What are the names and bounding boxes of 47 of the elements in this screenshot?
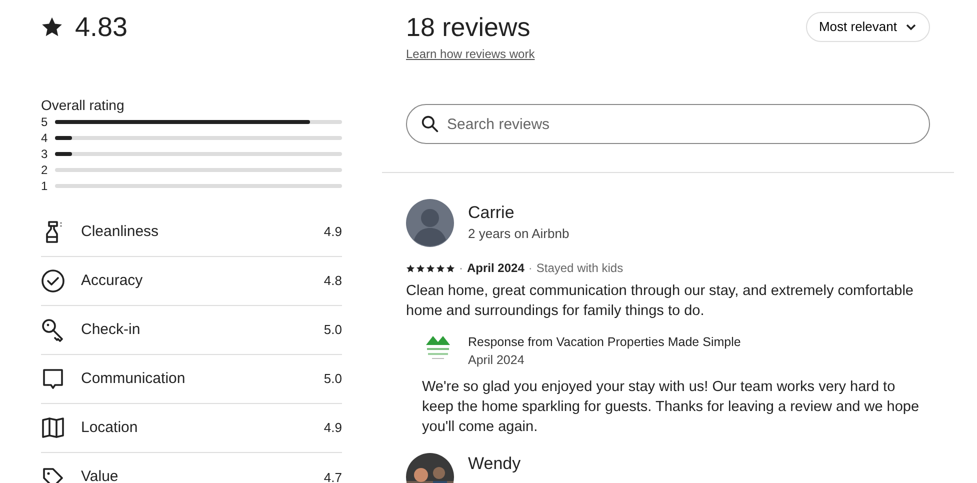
trip-type: Stayed with kids bbox=[536, 260, 624, 277]
check-circle-icon bbox=[41, 269, 65, 293]
search-icon bbox=[421, 115, 439, 133]
response-date: April 2024 bbox=[468, 352, 526, 369]
category-label: Location bbox=[81, 418, 139, 438]
star-icon bbox=[416, 264, 425, 272]
star-icon bbox=[406, 264, 415, 272]
reviewer-tenure: 2 years on Airbnb bbox=[468, 225, 570, 244]
reviews-title: 18 reviews bbox=[406, 12, 532, 42]
rating-number: 4 bbox=[41, 130, 49, 147]
star-icon bbox=[436, 264, 445, 272]
learn-link[interactable]: Learn how reviews work bbox=[406, 47, 535, 61]
separator-dot: · bbox=[528, 260, 532, 277]
response-title: Response from Vacation Properties Made Simple bbox=[468, 334, 741, 351]
category-label: Value bbox=[81, 467, 120, 483]
star-icon bbox=[446, 264, 455, 272]
avatar-icon bbox=[406, 199, 454, 247]
star-icon bbox=[41, 16, 63, 38]
category-score: 5.0 bbox=[324, 321, 342, 340]
category-score: 4.7 bbox=[324, 468, 342, 483]
category-label: Accuracy bbox=[81, 270, 144, 291]
key-icon bbox=[41, 318, 65, 342]
star-icon bbox=[426, 264, 435, 272]
category-score: 4.8 bbox=[324, 272, 342, 290]
sort-dropdown[interactable]: Most relevant bbox=[806, 12, 930, 42]
overall-rating-score: 4.83 bbox=[75, 10, 128, 44]
tag-icon bbox=[41, 466, 65, 483]
review-text: Clean home, great communication through our stay, and extremely comfortable home and surroundings for family things to do. bbox=[406, 282, 914, 321]
category-label: Cleanliness bbox=[81, 222, 160, 242]
search-field[interactable]: Search reviews bbox=[406, 104, 930, 144]
reviewer-name: Wendy bbox=[468, 453, 521, 475]
map-icon bbox=[41, 416, 65, 440]
category-label: Communication bbox=[81, 368, 186, 389]
rating-number: 1 bbox=[41, 178, 49, 195]
response-text: We're so glad you enjoyed your stay with us! Our team works very hard to keep the home sparkling for guests. Thanks for leaving a review and we hope you'll come again. bbox=[422, 378, 920, 437]
rating-number: 3 bbox=[41, 146, 49, 163]
category-label: Check-in bbox=[81, 320, 142, 340]
speech-bubble-icon bbox=[41, 367, 65, 391]
overall-rating-label: Overall rating bbox=[41, 96, 126, 114]
category-score: 5.0 bbox=[324, 370, 342, 388]
rating-number: 5 bbox=[41, 114, 49, 131]
separator-dot: · bbox=[459, 260, 463, 277]
review-date: April 2024 bbox=[467, 260, 524, 277]
category-score: 4.9 bbox=[324, 419, 342, 438]
reviewer-name: Carrie bbox=[468, 202, 516, 224]
category-score: 4.9 bbox=[324, 223, 342, 242]
rating-number: 2 bbox=[41, 162, 49, 179]
